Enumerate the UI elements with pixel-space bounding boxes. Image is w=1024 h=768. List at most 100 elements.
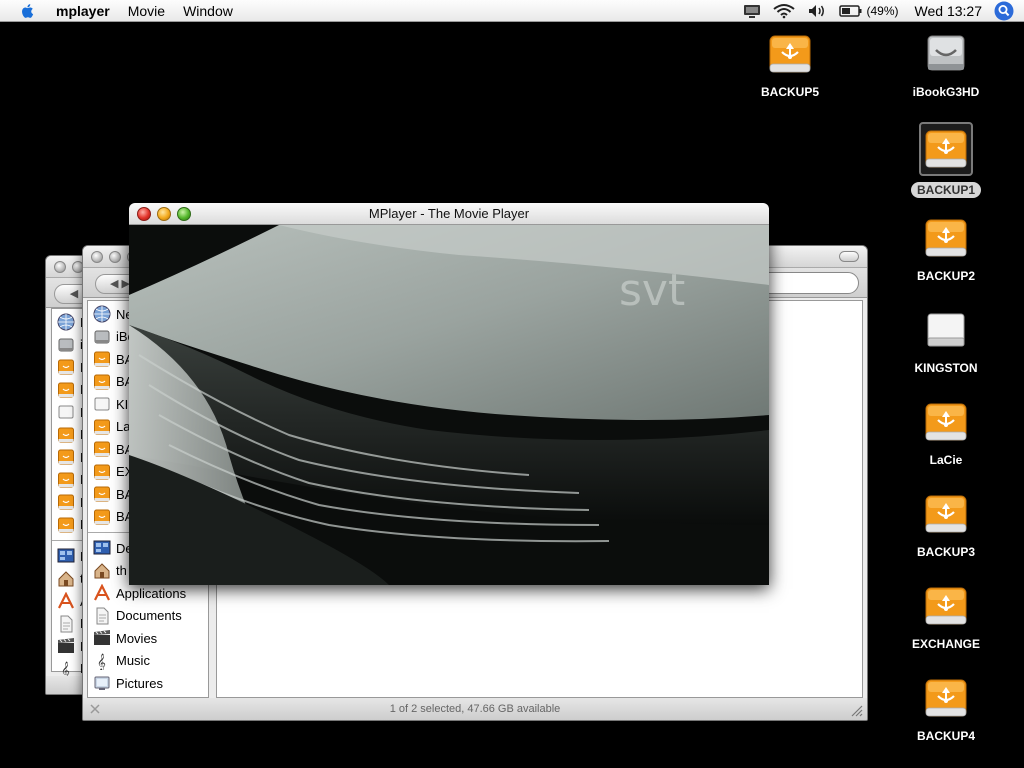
desktop-icon-exchange[interactable]: EXCHANGE [901, 582, 991, 653]
firewire-drive-icon [922, 398, 970, 446]
firewire-drive-icon [922, 214, 970, 262]
menu-bar: mplayer Movie Window (49%) Wed 13:27 [0, 0, 1024, 22]
firewire-drive-icon [57, 381, 75, 399]
desktop-icon-backup2[interactable]: BACKUP2 [901, 214, 991, 285]
sidebar-item-place[interactable]: Movies [88, 627, 208, 650]
sidebar-item-place[interactable]: 𝄞 Music [88, 650, 208, 673]
network-icon [93, 305, 111, 323]
menu-clock[interactable]: Wed 13:27 [905, 3, 994, 19]
desktop-icon-ibookg3hd[interactable]: iBookG3HD [901, 30, 991, 101]
desktop-icon [93, 539, 111, 557]
desktop-icon-label: BACKUP5 [760, 85, 819, 99]
sidebar-item-place[interactable]: Applications [88, 582, 208, 605]
firewire-drive-icon [57, 516, 75, 534]
mplayer-window[interactable]: MPlayer - The Movie Player svt [129, 203, 769, 585]
paper-stack-video-image: svt [129, 225, 769, 585]
sidebar-item-label: KI [116, 396, 129, 412]
hard-drive-icon [57, 336, 75, 354]
hard-drive-icon [922, 30, 970, 78]
menu-movie[interactable]: Movie [119, 3, 174, 19]
documents-icon [93, 607, 111, 625]
documents-icon [57, 615, 75, 633]
menu-window[interactable]: Window [174, 3, 242, 19]
sidebar-item-label: th [116, 563, 127, 579]
title-bar[interactable]: MPlayer - The Movie Player [129, 203, 769, 225]
volume-icon[interactable] [801, 0, 833, 22]
menu-app-name[interactable]: mplayer [52, 3, 119, 19]
battery-percent: (49%) [866, 4, 899, 18]
status-bar: 1 of 2 selected, 47.66 GB available [83, 698, 867, 720]
desktop-icon-backup5[interactable]: BACKUP5 [745, 30, 835, 101]
pictures-icon [93, 674, 111, 692]
desktop-icon-label: LaCie [929, 453, 963, 467]
firewire-drive-icon [93, 350, 111, 368]
desktop-icon-label: BACKUP2 [916, 269, 975, 283]
desktop-icon-label: BACKUP4 [916, 729, 975, 743]
usb-drive-icon [93, 395, 111, 413]
apple-menu-icon[interactable] [18, 2, 38, 20]
window-title: MPlayer - The Movie Player [368, 206, 530, 221]
battery-icon[interactable]: (49%) [833, 0, 905, 22]
sidebar-item-label: Movies [116, 630, 158, 646]
firewire-drive-icon [922, 582, 970, 630]
applications-icon [93, 583, 111, 602]
desktop-icon-label: BACKUP3 [916, 545, 975, 559]
firewire-drive-icon [57, 471, 75, 489]
firewire-drive-icon [93, 508, 111, 526]
close-button[interactable] [54, 261, 66, 273]
sidebar-item-label: Documents [116, 608, 182, 624]
music-icon: 𝄞 [93, 652, 111, 671]
desktop-icon-label: KINGSTON [914, 361, 978, 375]
firewire-drive-icon [919, 122, 973, 176]
firewire-drive-icon [922, 490, 970, 538]
desktop-icon-kingston[interactable]: KINGSTON [901, 306, 991, 377]
action-gear-icon[interactable] [89, 703, 101, 715]
desktop-icon-lacie[interactable]: LaCie [901, 398, 991, 469]
applications-icon [57, 591, 75, 610]
desktop-icon-label: iBookG3HD [912, 85, 980, 99]
firewire-drive-icon [93, 485, 111, 503]
desktop-icon-backup4[interactable]: BACKUP4 [901, 674, 991, 745]
minimize-button[interactable] [109, 251, 121, 263]
display-icon[interactable] [737, 0, 767, 22]
spotlight-search-icon[interactable] [994, 1, 1014, 21]
home-icon [57, 570, 75, 588]
toolbar-toggle-button[interactable] [839, 251, 859, 262]
network-icon [57, 313, 75, 331]
close-button[interactable] [91, 251, 103, 263]
sidebar-item-place[interactable]: Pictures [88, 672, 208, 695]
firewire-drive-icon [93, 440, 111, 458]
firewire-drive-icon [93, 373, 111, 391]
home-icon [93, 562, 111, 580]
video-frame[interactable]: svt [129, 225, 769, 585]
firewire-drive-icon [57, 426, 75, 444]
wifi-icon[interactable] [767, 0, 801, 22]
firewire-drive-icon [57, 493, 75, 511]
desktop-icon-label: BACKUP1 [910, 182, 981, 198]
desktop-icon-backup1[interactable]: BACKUP1 [901, 122, 991, 199]
usb-drive-icon [922, 306, 970, 354]
firewire-drive-icon [922, 674, 970, 722]
close-button[interactable] [137, 207, 151, 221]
minimize-button[interactable] [157, 207, 171, 221]
sidebar-item-label: Pictures [116, 675, 163, 691]
status-text: 1 of 2 selected, 47.66 GB available [389, 703, 561, 715]
sidebar-item-place[interactable]: Documents [88, 605, 208, 628]
firewire-drive-icon [93, 463, 111, 481]
movies-icon [57, 637, 75, 655]
resize-grip-icon[interactable] [849, 703, 863, 717]
hard-drive-icon [93, 328, 111, 346]
firewire-drive-icon [93, 418, 111, 436]
firewire-drive-icon [57, 448, 75, 466]
firewire-drive-icon [57, 358, 75, 376]
usb-drive-icon [57, 403, 75, 421]
zoom-button[interactable] [177, 207, 191, 221]
svg-text:𝄞: 𝄞 [97, 653, 106, 670]
desktop-icon-backup3[interactable]: BACKUP3 [901, 490, 991, 561]
sidebar-item-label: Applications [116, 585, 187, 601]
firewire-drive-icon [766, 30, 814, 78]
movies-icon [93, 629, 111, 647]
sidebar-item-label: Music [116, 653, 150, 669]
svt-watermark: svt [619, 265, 685, 316]
desktop-icon-label: EXCHANGE [911, 637, 980, 651]
